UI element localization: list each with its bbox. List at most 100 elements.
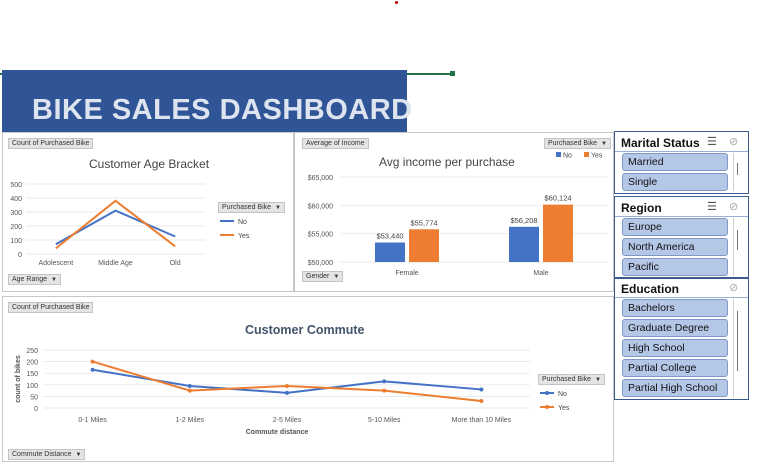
series-point-no <box>285 390 289 395</box>
slicer-item-partial-college[interactable]: Partial College <box>622 359 728 377</box>
age-chart-plot: 0 100 200 300 400 500 Adolescent Middle Age Old <box>10 182 205 267</box>
series-point-no <box>90 367 95 372</box>
x-tick-label: 5-10 Miles <box>368 417 401 424</box>
slicer-scrollbar[interactable] <box>733 218 742 276</box>
slicer-header-line <box>615 151 748 152</box>
legend-marker-yes <box>545 405 549 409</box>
slicer-scrollbar[interactable] <box>733 153 742 191</box>
x-tick-label: Female <box>395 270 418 277</box>
dropdown-arrow-icon: ▼ <box>595 377 601 383</box>
data-label: $60,124 <box>544 194 571 203</box>
slicer-education[interactable]: Education ⊘ Bachelors Graduate Degree Hi… <box>614 278 749 400</box>
y-tick-label: 100 <box>26 383 38 390</box>
y-tick-label: 250 <box>26 348 38 355</box>
y-tick-label: $55,000 <box>308 232 333 239</box>
slicer-title: Education <box>621 282 680 296</box>
clear-filter-icon[interactable]: ⊘ <box>729 135 738 148</box>
income-axis-field-button[interactable]: Gender ▼ <box>302 271 344 282</box>
dropdown-arrow-icon: ▼ <box>51 277 57 283</box>
x-tick-label: More than 10 Miles <box>452 417 512 424</box>
multi-select-icon[interactable]: ☰ <box>707 135 717 148</box>
bar-no <box>509 226 539 262</box>
series-line-no <box>55 209 176 246</box>
legend-label-yes: Yes <box>238 233 250 240</box>
income-chart-legend: No Yes <box>556 152 603 160</box>
y-tick-label: $65,000 <box>308 175 333 182</box>
y-tick-label: $50,000 <box>308 260 333 267</box>
slicer-item-north-america[interactable]: North America <box>622 238 728 256</box>
slicer-header-line <box>615 216 748 217</box>
series-point-yes <box>382 388 387 393</box>
data-label: $56,208 <box>510 216 537 225</box>
age-axis-field-button[interactable]: Age Range ▼ <box>8 274 61 285</box>
commute-value-field-button[interactable]: Count of Purchased Bike <box>8 302 94 313</box>
legend-label-no: No <box>563 153 572 160</box>
x-tick-label: Adolescent <box>39 260 74 267</box>
y-tick-label: 500 <box>10 182 22 189</box>
selection-handle[interactable] <box>450 71 455 76</box>
series-point-no <box>187 383 192 388</box>
slicer-item-graduate-degree[interactable]: Graduate Degree <box>622 319 728 337</box>
y-tick-label: 300 <box>10 210 22 217</box>
dashboard-title: BIKE SALES DASHBOARD <box>32 94 413 126</box>
commute-chart-title: Customer Commute <box>245 323 365 337</box>
legend-marker-no <box>545 391 549 395</box>
commute-chart-legend: No Yes <box>540 391 570 412</box>
y-axis-label: count of bikes <box>15 355 22 403</box>
dropdown-arrow-icon: ▼ <box>333 274 340 280</box>
y-tick-label: 100 <box>10 238 22 245</box>
bar-yes <box>409 229 439 262</box>
commute-chart-plot: 0 50 100 150 200 250 0-1 Miles 1-2 Miles 2-5 Mil… <box>15 348 530 436</box>
slicer-scrollbar[interactable] <box>733 299 742 397</box>
y-tick-label: 0 <box>18 252 22 259</box>
y-tick-label: 50 <box>30 394 38 401</box>
slicer-region[interactable]: Region ☰ ⊘ Europe North America Pacific <box>614 196 749 278</box>
multi-select-icon[interactable]: ☰ <box>707 200 717 213</box>
x-tick-label: Old <box>170 260 181 267</box>
commute-axis-field-button[interactable]: Commute Distance ▼ <box>8 449 86 460</box>
legend-swatch-no <box>556 152 561 157</box>
slicer-item-high-school[interactable]: High School <box>622 339 728 357</box>
x-tick-label: 1-2 Miles <box>176 417 205 424</box>
slicer-item-partial-high-school[interactable]: Partial High School <box>622 379 728 397</box>
legend-label-no: No <box>558 391 567 398</box>
legend-label-no: No <box>238 219 247 226</box>
slicer-item-single[interactable]: Single <box>622 173 728 191</box>
clear-filter-icon[interactable]: ⊘ <box>729 281 738 294</box>
slicer-title: Region <box>621 201 662 215</box>
red-dot <box>395 1 398 4</box>
dropdown-arrow-icon: ▼ <box>275 205 281 211</box>
slicer-marital-status[interactable]: Marital Status ☰ ⊘ Married Single <box>614 131 749 194</box>
income-legend-field-button[interactable]: Purchased Bike ▼ <box>544 138 611 149</box>
data-label: $55,774 <box>410 218 437 227</box>
slicer-title: Marital Status <box>621 136 700 150</box>
age-chart-legend: No Yes <box>220 219 250 240</box>
slicer-item-pacific[interactable]: Pacific <box>622 258 728 276</box>
bar-yes <box>543 204 573 262</box>
y-tick-label: $60,000 <box>308 203 333 210</box>
series-point-no <box>479 387 484 392</box>
y-tick-label: 150 <box>26 371 38 378</box>
dropdown-arrow-icon: ▼ <box>601 141 607 147</box>
commute-legend-field-button[interactable]: Purchased Bike ▼ <box>538 374 605 385</box>
clear-filter-icon[interactable]: ⊘ <box>729 200 738 213</box>
age-value-field-button[interactable]: Count of Purchased Bike <box>8 138 94 149</box>
slicer-item-europe[interactable]: Europe <box>622 218 728 236</box>
age-chart-title: Customer Age Bracket <box>89 157 210 171</box>
y-tick-label: 400 <box>10 196 22 203</box>
income-chart-plot: $50,000 $55,000 $60,000 $65,000 Female $53,44… <box>308 175 608 277</box>
slicer-item-bachelors[interactable]: Bachelors <box>622 299 728 317</box>
series-point-yes <box>90 359 95 364</box>
legend-label-yes: Yes <box>591 153 603 160</box>
age-legend-field-button[interactable]: Purchased Bike ▼ <box>218 202 285 213</box>
series-point-yes <box>187 388 192 393</box>
income-value-field-button[interactable]: Average of Income <box>302 138 369 149</box>
slicer-item-married[interactable]: Married <box>622 153 728 171</box>
data-label: $53,440 <box>376 232 403 241</box>
dropdown-arrow-icon: ▼ <box>75 452 82 458</box>
x-axis-label: Commute distance <box>246 429 309 436</box>
slicer-header-line <box>615 297 748 298</box>
bar-no <box>375 242 405 262</box>
y-tick-label: 0 <box>34 406 38 413</box>
series-line-yes <box>55 199 176 250</box>
